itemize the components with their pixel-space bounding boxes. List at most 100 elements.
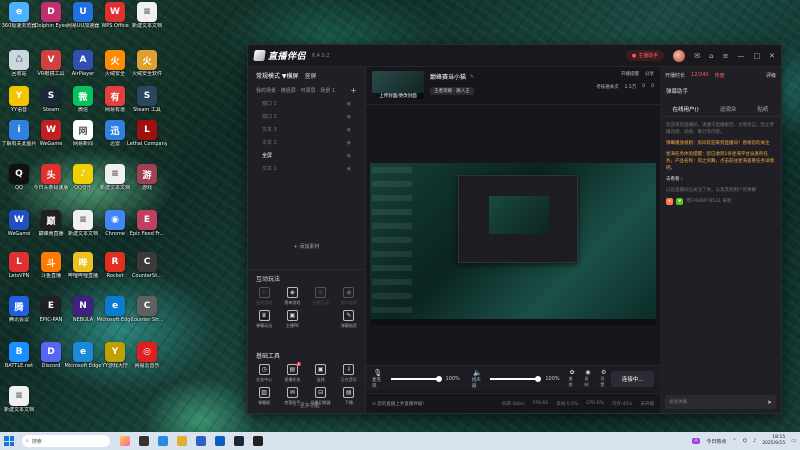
file-explorer-icon[interactable] [177, 436, 187, 446]
tool-button[interactable]: ▣ 主播PK [278, 310, 306, 329]
tool-button[interactable]: ◎ 礼物互动 [307, 287, 335, 306]
room-category-tag[interactable]: 王者荣耀 · 路人王 [430, 87, 474, 95]
follow-reminder[interactable]: 开播提醒 [621, 71, 639, 77]
speaker-volume-slider[interactable] [490, 375, 542, 382]
room-cover[interactable]: 上传封面/更改封面 [372, 71, 424, 99]
edit-title-icon[interactable]: ✎ [470, 74, 474, 80]
status-notice[interactable]: ⊙ 您的直播上手直播件级! [372, 401, 424, 407]
desktop-app-icon: 火 [105, 50, 125, 70]
desktop-icon[interactable]: ≡ 新建文本文档 [130, 2, 164, 29]
tool-button[interactable]: ▤ 1 直播任务 [278, 362, 306, 383]
more-functions-button[interactable]: ⋯ 更多功能 [248, 402, 365, 409]
message-icon[interactable]: ✉ [694, 52, 700, 60]
tool-button[interactable]: ▣ 连线 [307, 364, 335, 383]
notification-icon[interactable]: ▭ [791, 438, 796, 444]
tool-button[interactable]: ⇩ 正在音乐 [335, 364, 363, 383]
desktop-icon[interactable]: 火火绒安全软件 [130, 50, 164, 77]
eye-icon[interactable]: ◉ [347, 140, 351, 146]
windows-start-icon[interactable] [4, 436, 14, 446]
tool-button[interactable]: ◷ 任务中心 [250, 364, 278, 383]
scene-item[interactable]: 文本 1 ◉ [248, 162, 365, 175]
eye-icon[interactable]: ◉ [347, 101, 351, 107]
close-icon[interactable]: ✕ [769, 52, 775, 60]
status-memory: 内存:45% [611, 401, 633, 407]
outlook-icon[interactable] [215, 436, 225, 446]
weather-icon[interactable]: ☼ [691, 438, 701, 444]
store-icon[interactable] [196, 436, 206, 446]
live-companion-taskbar-icon[interactable] [253, 436, 263, 446]
desktop-icon[interactable]: C Counter Str... [130, 296, 164, 323]
eye-icon[interactable]: ◉ [347, 153, 351, 159]
taskbar-search[interactable]: ⌕ 搜索 [22, 435, 110, 447]
room-title[interactable]: 巅峰赛当小猫 [430, 72, 466, 81]
horizontal-toggle[interactable]: 横屏 [287, 71, 299, 80]
speaker-volume-knob[interactable] [535, 375, 542, 382]
user-avatar[interactable] [673, 49, 686, 62]
vertical-toggle[interactable]: 竖屏 [305, 71, 317, 80]
desktop-icon[interactable]: S Steam 工具 [130, 86, 164, 113]
taskbar-clock[interactable]: 18:15 2025/9/15 [762, 435, 785, 447]
desktop-app-icon: N [73, 296, 93, 316]
settings-button[interactable]: ⚙ 设置 [600, 369, 607, 388]
tool-button[interactable]: ◇ 连线游戏 [250, 287, 278, 306]
scene-item-label: 文本 1 [262, 166, 277, 172]
volume-icon[interactable]: ♪ [753, 438, 756, 444]
desktop-icon[interactable]: 游游戏 [130, 164, 164, 191]
weather-label[interactable]: 今日热点 [706, 438, 726, 445]
task-view-icon[interactable] [139, 436, 149, 446]
beauty-button[interactable]: ✿ 美颜 [569, 369, 576, 388]
chevron-up-icon[interactable]: ⌃ [732, 438, 736, 444]
menu-icon[interactable]: ≡ [723, 52, 729, 60]
tool-button[interactable]: ◈ 榜单游戏 [278, 287, 306, 306]
danmu-input[interactable]: 发送弹幕... ➤ [665, 395, 776, 409]
assistant-tab[interactable]: 送观众 [720, 105, 737, 113]
scene-item[interactable]: 窗口 2 ◉ [248, 110, 365, 123]
desktop-icon[interactable]: ◎ 网易云音乐 [130, 342, 164, 369]
tool-icon: ▣ [315, 364, 327, 375]
copilot-icon[interactable] [120, 436, 130, 446]
tool-button[interactable]: ✎ 弹幕抽奖 [335, 310, 363, 329]
mic-volume-knob[interactable] [435, 375, 442, 382]
live-duration-label: 开播时长 [665, 72, 686, 79]
shirt-icon[interactable]: ⌂ [709, 52, 713, 60]
desktop-icon[interactable]: E Epic Feed Fr... [130, 210, 164, 237]
scene-item[interactable]: 全屏 ◉ [248, 149, 365, 162]
send-icon[interactable]: ➤ [767, 399, 772, 406]
scene-item[interactable]: 窗口 1 ◉ [248, 97, 365, 110]
eye-icon[interactable]: ◉ [347, 127, 351, 133]
speaker-control[interactable]: 🔈 扬声器 [472, 369, 484, 389]
preview-app-window [458, 175, 578, 263]
mic-control[interactable]: 🎙 麦克风 [372, 369, 384, 389]
desktop-icon[interactable]: C CounterSt... [130, 252, 164, 279]
maximize-icon[interactable]: □ [754, 52, 761, 60]
tool-button[interactable]: ◉ 观众连线 [335, 287, 363, 306]
tool-button[interactable]: ♛ 弹幕玩法 [250, 310, 278, 329]
preview-nested-preview [489, 196, 549, 234]
mode-select[interactable]: 常规模式 ▼ [256, 71, 287, 80]
mic-volume-slider[interactable] [390, 375, 442, 382]
assistant-tab[interactable]: 在线用户() [673, 105, 699, 113]
windows-taskbar: ⌕ 搜索 ☼ 今日热点 ⌃ ⌬ ♪ 18:15 2025/9/15 ▭ [0, 432, 800, 450]
add-material-button[interactable]: + 添加素材 [248, 243, 365, 250]
record-button[interactable]: ◉ 录制 [584, 369, 591, 388]
desktop-icon[interactable]: ≡ 新建文本文档 [2, 386, 36, 413]
desktop-icon[interactable]: L Lethal Company [127, 120, 167, 147]
share-button[interactable]: 分享 [645, 71, 654, 77]
minimize-icon[interactable]: — [738, 52, 745, 60]
scene-item[interactable]: 文本 3 ◉ [248, 123, 365, 136]
start-live-button[interactable]: 连接中... [611, 370, 654, 387]
network-icon[interactable]: ⌬ [743, 438, 747, 444]
edge-icon[interactable] [158, 436, 168, 446]
assistant-tab[interactable]: 贴纸 [757, 105, 768, 113]
chat-user-text[interactable]: 用户686978531 来啦 [686, 198, 731, 205]
streamer-assistant-button[interactable]: ● 主播助手 [625, 50, 665, 61]
eye-icon[interactable]: ◉ [347, 166, 351, 172]
add-scene-button[interactable]: + [350, 86, 357, 95]
scene-item[interactable]: 文本 2 ◉ [248, 136, 365, 149]
stream-preview[interactable] [370, 163, 656, 325]
grade-label[interactable]: 评级 [766, 72, 776, 79]
chat-message[interactable]: 去看看 › [666, 176, 775, 183]
desktop-icon-label: Lethal Company [127, 141, 167, 147]
eye-icon[interactable]: ◉ [347, 114, 351, 120]
steam-icon[interactable] [234, 436, 244, 446]
